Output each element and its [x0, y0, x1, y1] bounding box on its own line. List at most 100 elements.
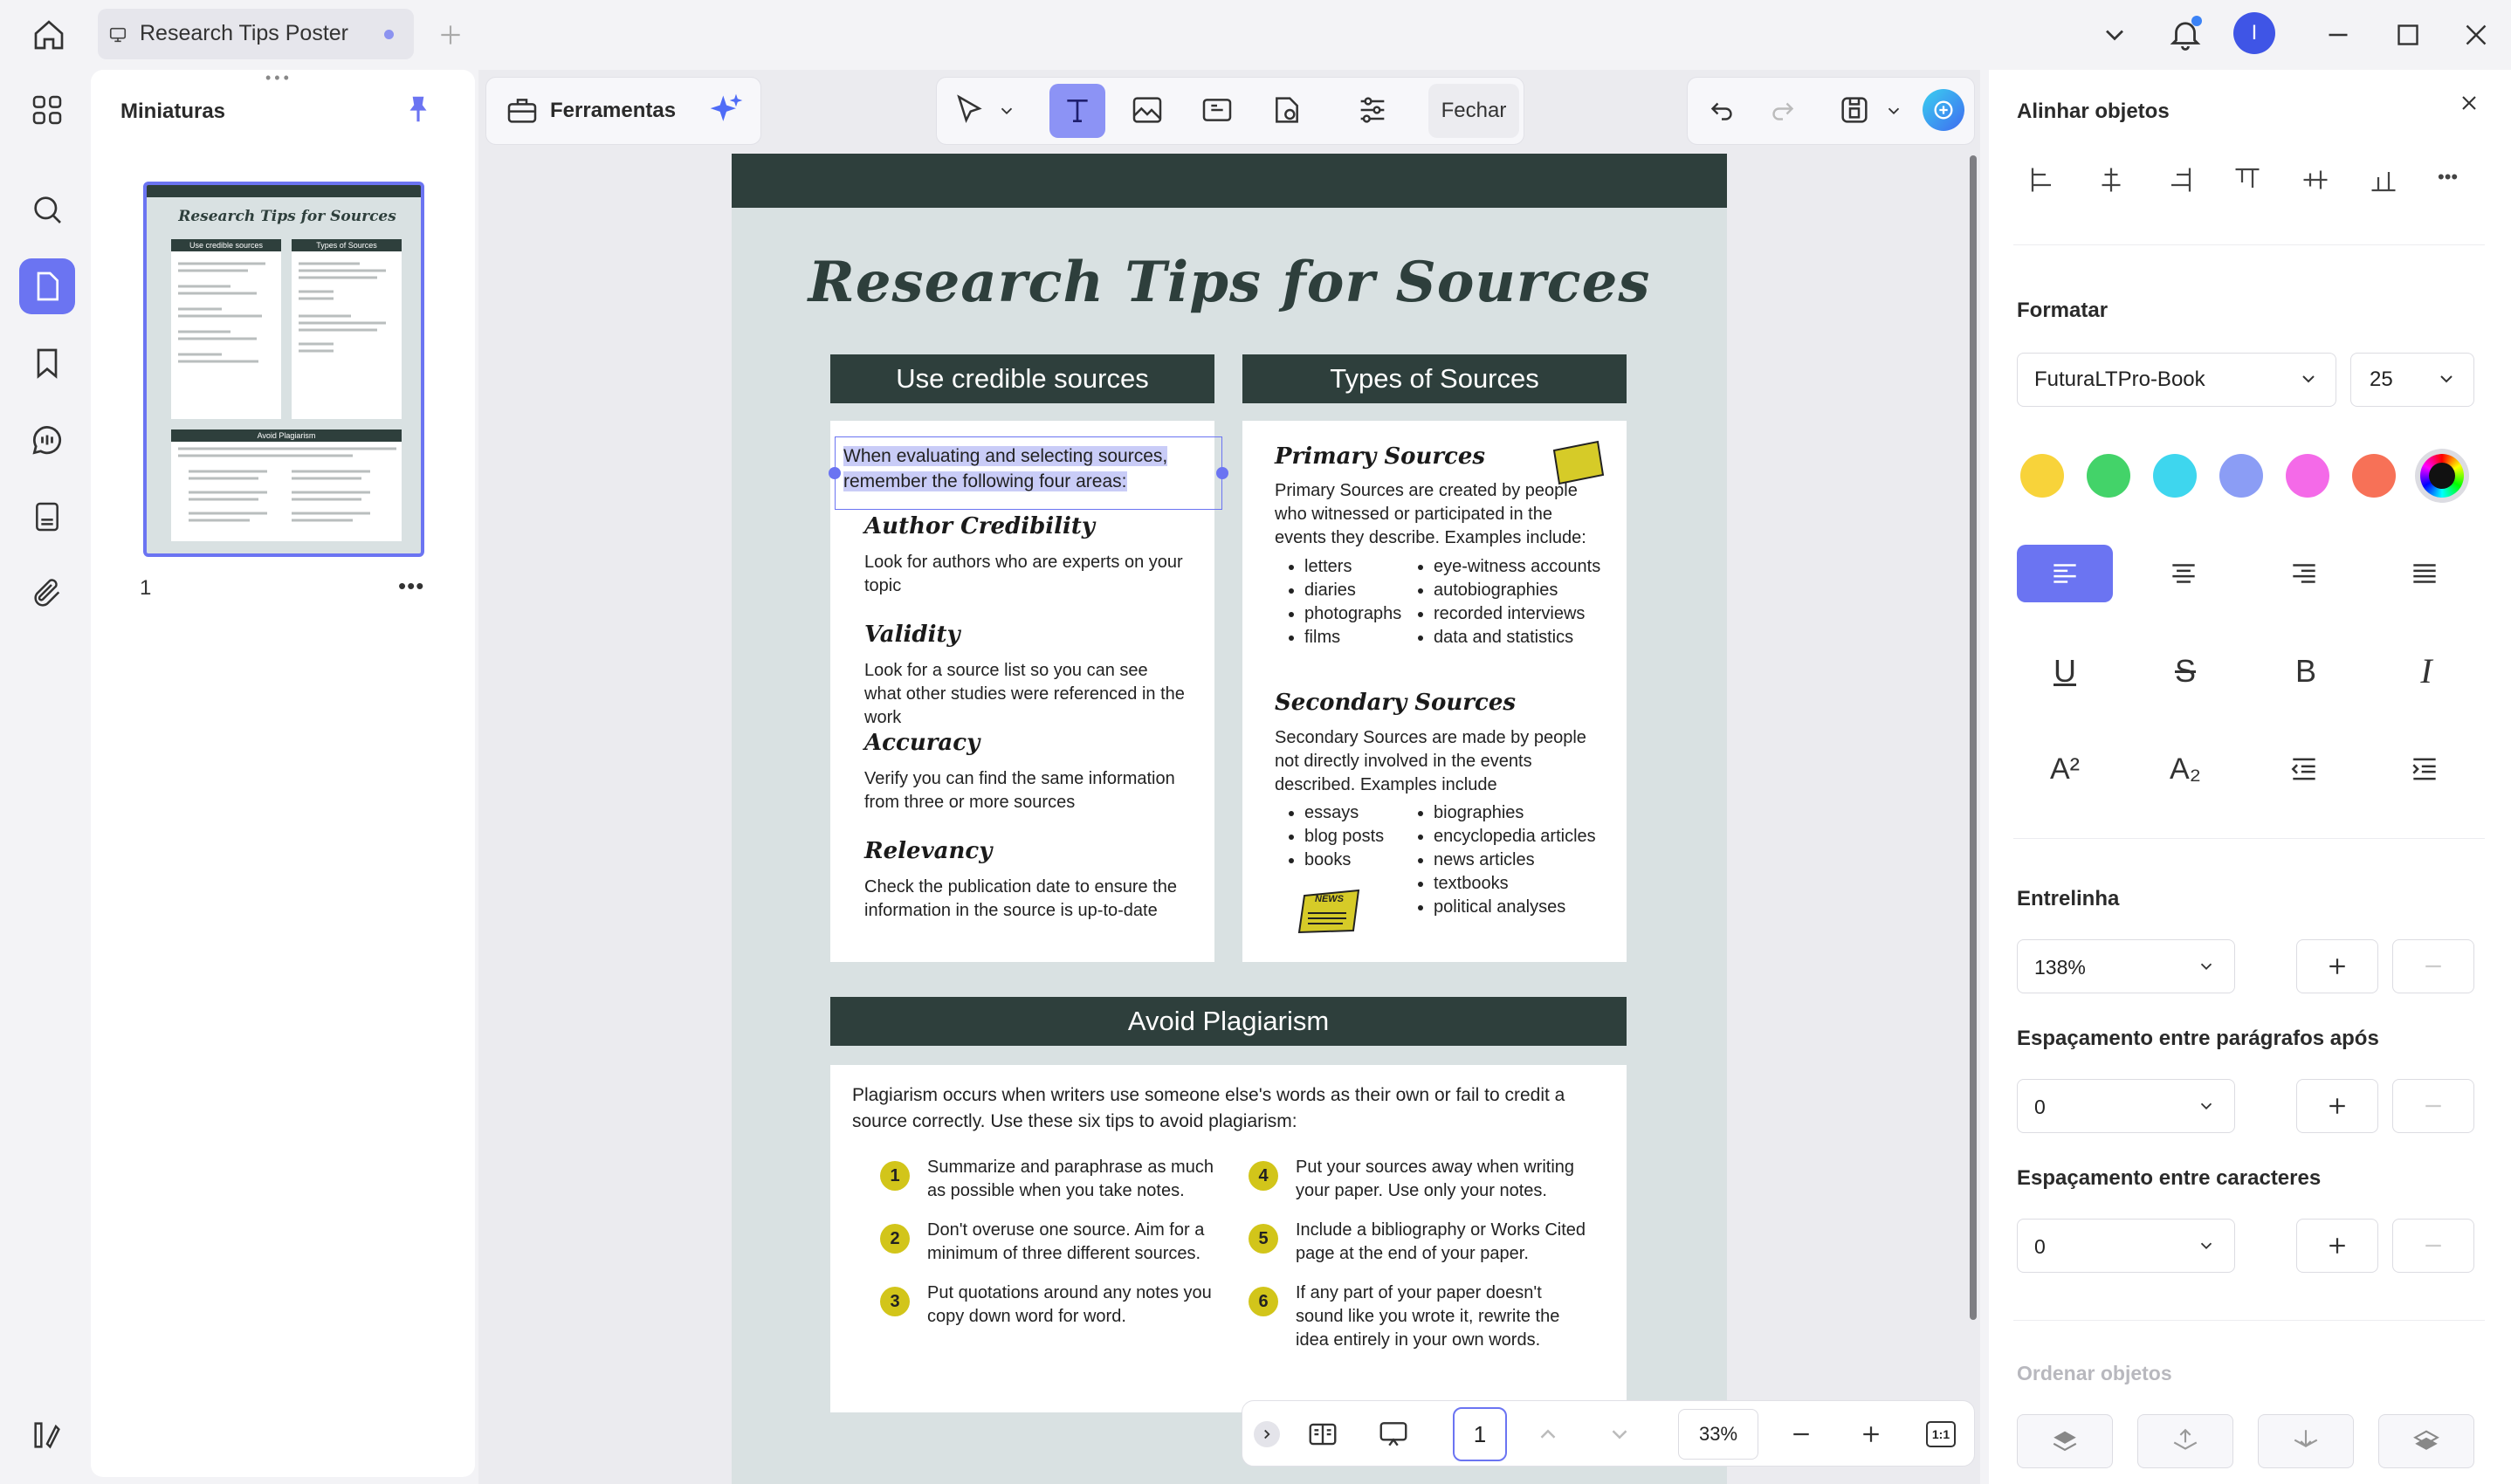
link-tool-icon[interactable]	[1200, 93, 1235, 127]
text-align-right-icon[interactable]	[2287, 557, 2321, 590]
home-icon[interactable]	[31, 17, 66, 52]
align-right-icon[interactable]	[2164, 164, 2195, 196]
chevron-down-icon[interactable]	[1606, 1421, 1633, 1447]
align-top-icon[interactable]	[2232, 164, 2263, 196]
text-justify-icon[interactable]	[2408, 557, 2441, 590]
attachment-icon[interactable]	[30, 576, 65, 611]
poster-title: Research Tips for Sources	[808, 250, 1651, 315]
pointer-icon[interactable]	[952, 93, 987, 127]
avatar[interactable]: I	[2233, 12, 2275, 54]
save-icon[interactable]	[1837, 93, 1872, 127]
zoom-in-icon[interactable]	[1858, 1421, 1884, 1447]
chevron-down-icon[interactable]	[2099, 19, 2130, 51]
tab-title: Research Tips Poster	[140, 21, 348, 45]
image-tool-icon[interactable]	[1130, 93, 1165, 127]
credible-intro-text: When evaluating and selecting sources, r…	[843, 446, 1168, 491]
color-swatch-green[interactable]	[2087, 454, 2130, 498]
color-swatch-yellow[interactable]	[2020, 454, 2064, 498]
plagiarism-intro: Plagiarism occurs when writers use someo…	[852, 1085, 1565, 1131]
secondary-list-2: biographies encyclopedia articles news a…	[1434, 801, 1626, 919]
minus-icon	[2420, 1093, 2446, 1119]
underline-icon[interactable]: U	[2017, 642, 2113, 700]
tip-number: 5	[1249, 1224, 1278, 1254]
thumb-title: Research Tips for Sources	[178, 208, 396, 225]
list-item: eye-witness accounts	[1434, 555, 1626, 579]
page-thumbnail[interactable]: Research Tips for Sources Use credible s…	[143, 182, 424, 557]
settings-sliders-icon[interactable]	[1355, 93, 1390, 127]
align-middle-icon[interactable]	[2300, 164, 2331, 196]
item-heading: Accuracy	[864, 730, 980, 756]
pin-icon[interactable]	[402, 93, 435, 126]
new-tab-icon[interactable]	[437, 21, 464, 49]
color-swatch-pink[interactable]	[2286, 454, 2329, 498]
tip-text: If any part of your paper doesn't sound …	[1296, 1283, 1560, 1350]
bookmark-icon[interactable]	[30, 346, 65, 381]
actual-size-button[interactable]: 1:1	[1926, 1421, 1956, 1447]
reading-mode-icon[interactable]	[1306, 1418, 1339, 1451]
plus-icon	[2324, 1093, 2350, 1119]
vertical-scrollbar[interactable]	[1970, 155, 1977, 1320]
ai-sparkle-icon[interactable]	[707, 91, 746, 129]
watermark-tool-icon[interactable]	[1269, 93, 1304, 127]
list-item: textbooks	[1434, 872, 1626, 896]
align-bottom-icon[interactable]	[2368, 164, 2399, 196]
text-align-center-icon[interactable]	[2167, 557, 2200, 590]
decrease-indent-icon[interactable]	[2287, 752, 2321, 786]
comment-icon[interactable]	[28, 421, 66, 459]
credible-intro[interactable]: When evaluating and selecting sources, r…	[843, 443, 1219, 494]
stamp-icon[interactable]	[30, 499, 65, 534]
list-item: essays	[1304, 801, 1435, 825]
superscript-icon[interactable]: A²	[2017, 740, 2113, 798]
undo-icon[interactable]	[1706, 94, 1737, 126]
credible-header: Use credible sources	[830, 354, 1214, 403]
bring-forward-icon	[2170, 1426, 2200, 1456]
minimize-icon[interactable]	[2322, 19, 2354, 51]
color-swatch-orange[interactable]	[2352, 454, 2396, 498]
drag-handle[interactable]: •••	[265, 70, 297, 86]
tip-number: 2	[880, 1224, 910, 1254]
color-swatch-cyan[interactable]	[2153, 454, 2197, 498]
chevron-down-icon	[2197, 1096, 2216, 1116]
chevron-up-icon[interactable]	[1535, 1421, 1561, 1447]
maximize-icon[interactable]	[2392, 19, 2424, 51]
primary-heading: Primary Sources	[1275, 443, 1486, 470]
selection-handle-left[interactable]	[829, 467, 841, 479]
close-edit-label: Fechar	[1441, 99, 1507, 122]
close-panel-icon[interactable]	[2457, 91, 2481, 115]
redo-icon[interactable]	[1767, 94, 1799, 126]
list-item: blog posts	[1304, 825, 1435, 848]
chevron-down-icon[interactable]	[1884, 101, 1903, 120]
subscript-icon[interactable]: A₂	[2137, 740, 2233, 798]
tip-number: 3	[880, 1287, 910, 1316]
grid-icon[interactable]	[30, 93, 65, 127]
item-text: Look for a source list so you can see wh…	[864, 661, 1185, 727]
page-number-input[interactable]: 1	[1453, 1407, 1507, 1461]
close-window-icon[interactable]	[2460, 19, 2492, 51]
chevron-down-icon[interactable]	[997, 101, 1016, 120]
zoom-level[interactable]: 33%	[1678, 1409, 1758, 1460]
italic-icon[interactable]: I	[2378, 642, 2474, 700]
secondary-text: Secondary Sources are made by people not…	[1275, 728, 1586, 794]
more-align-options[interactable]: •••	[2438, 166, 2458, 189]
poster-page: Research Tips for Sources Use credible s…	[732, 154, 1727, 1484]
color-swatch-blue[interactable]	[2219, 454, 2263, 498]
list-item: news articles	[1434, 848, 1626, 872]
toolbox-icon[interactable]	[505, 93, 540, 127]
strikethrough-icon[interactable]: S	[2137, 642, 2233, 700]
align-center-horizontal-icon[interactable]	[2095, 164, 2127, 196]
thumb-card-header: Use credible sources	[171, 239, 281, 251]
bold-icon[interactable]: B	[2258, 642, 2354, 700]
search-icon[interactable]	[30, 192, 65, 227]
page-header-band	[732, 154, 1727, 208]
align-left-icon[interactable]	[2027, 164, 2059, 196]
thumbnail-page-number: 1	[140, 576, 152, 600]
paragraph-spacing-label: Espaçamento entre parágrafos após	[2017, 1027, 2379, 1050]
tools-label[interactable]: Ferramentas	[550, 99, 676, 123]
sidebar-settings-icon[interactable]	[30, 1418, 65, 1453]
item-heading: Validity	[864, 622, 960, 648]
more-options-icon[interactable]: •••	[398, 573, 424, 600]
increase-indent-icon[interactable]	[2408, 752, 2441, 786]
line-spacing-label: Entrelinha	[2017, 887, 2120, 910]
slideshow-icon[interactable]	[1376, 1418, 1411, 1451]
zoom-out-icon[interactable]	[1788, 1421, 1814, 1447]
